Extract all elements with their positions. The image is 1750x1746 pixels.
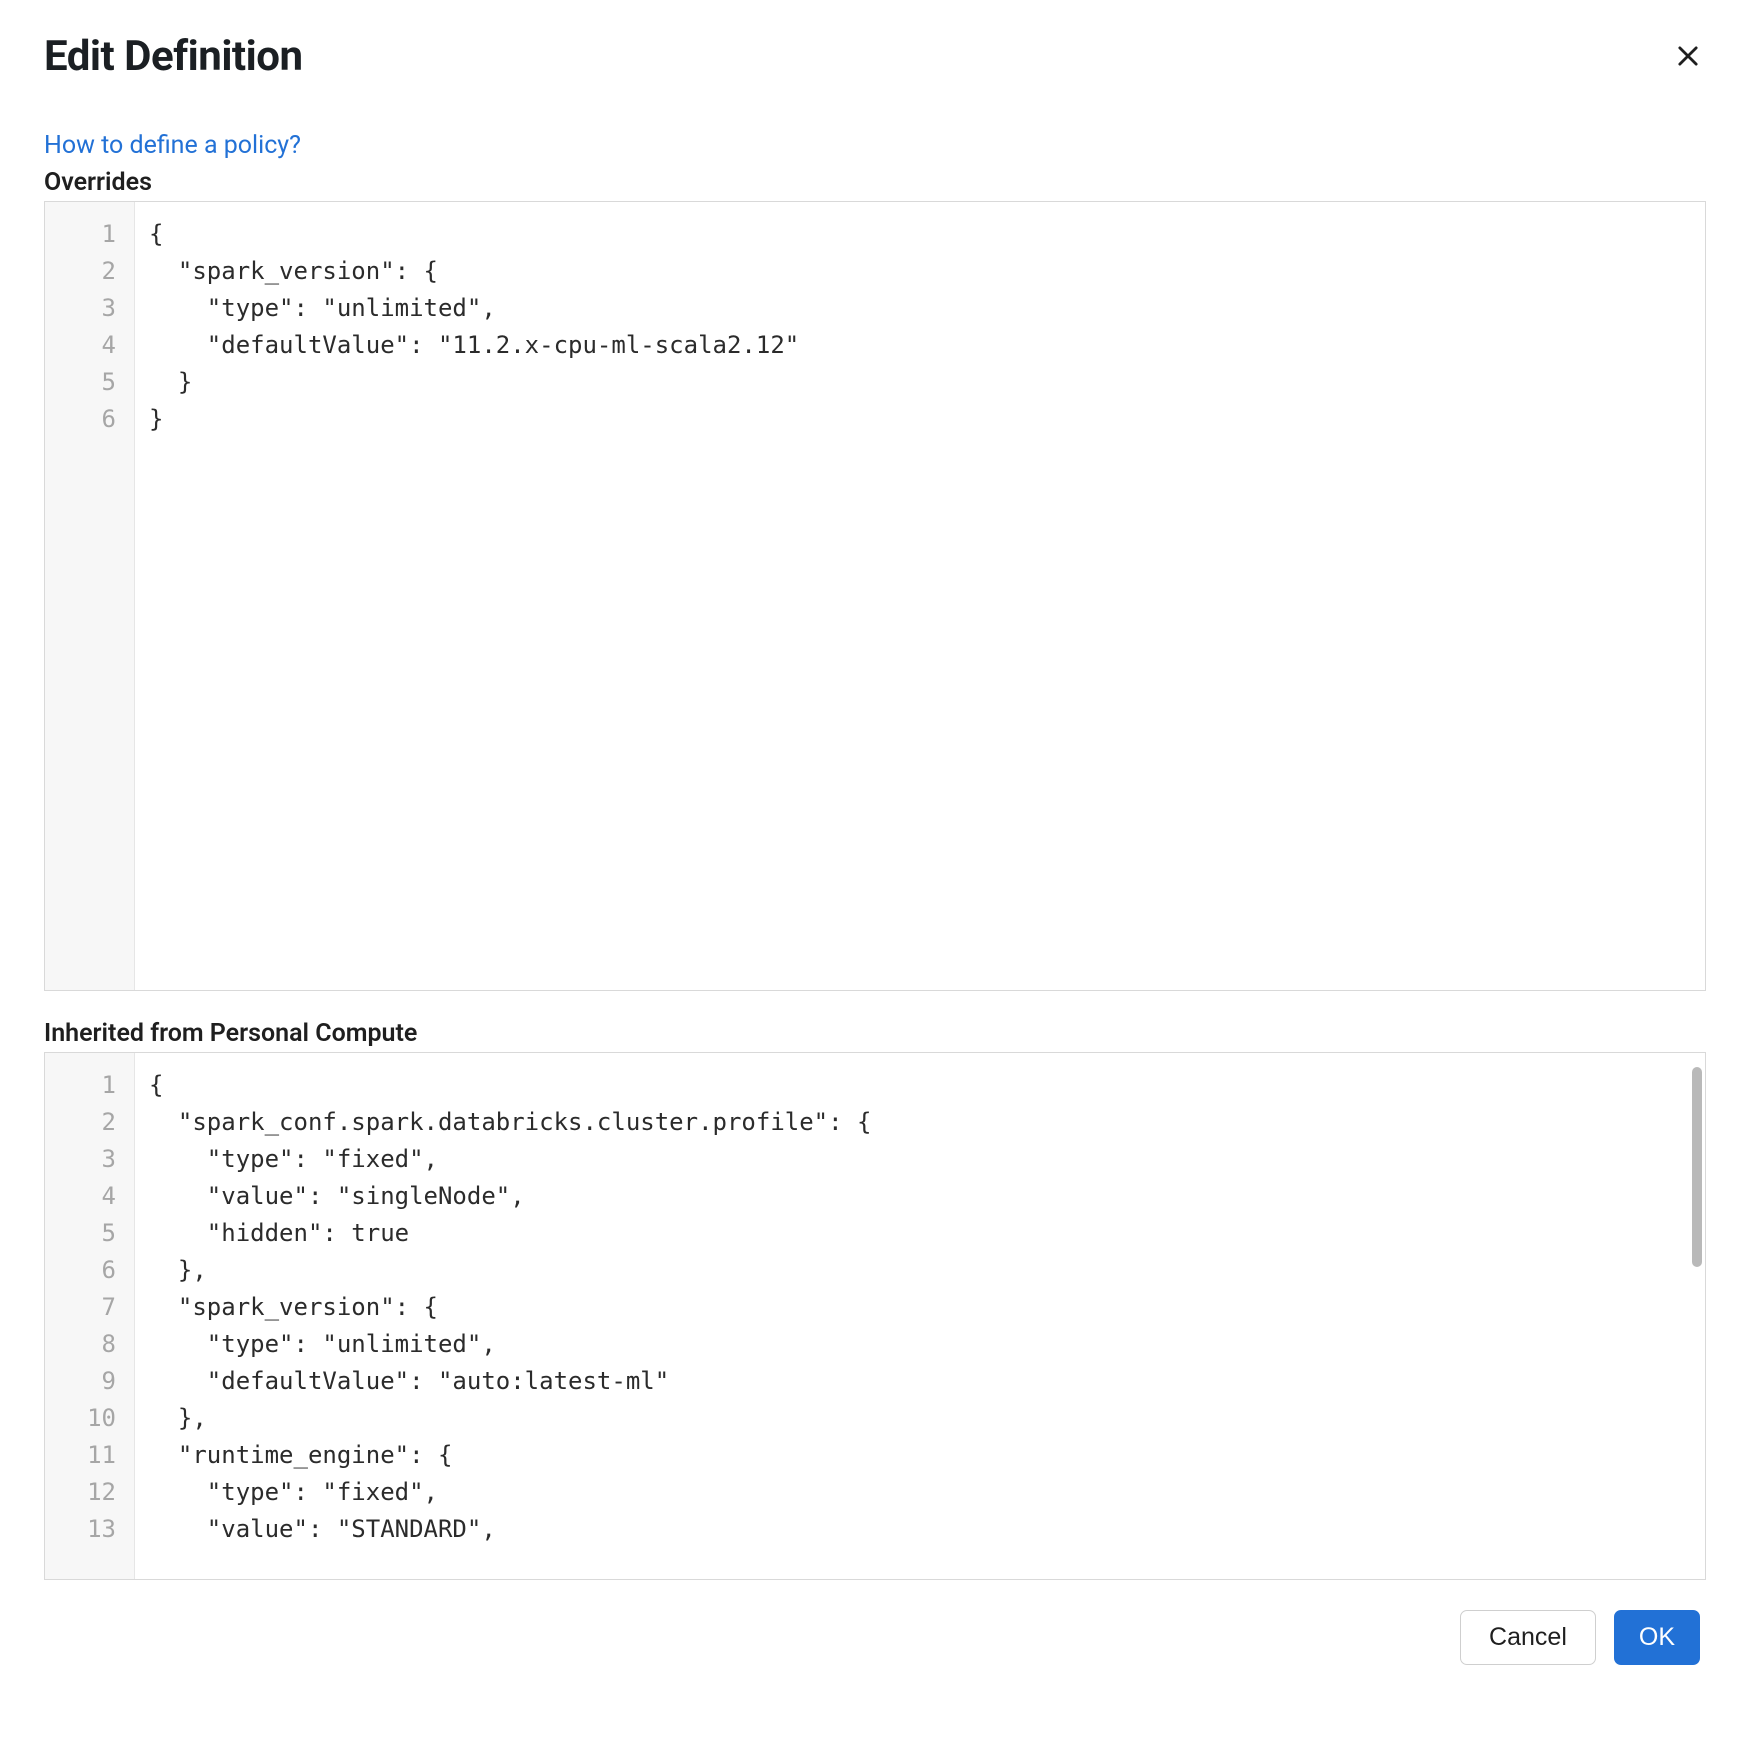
overrides-gutter: 123456 — [45, 202, 135, 990]
inherited-gutter: 12345678910111213 — [45, 1053, 135, 1579]
cancel-button[interactable]: Cancel — [1460, 1610, 1596, 1665]
edit-definition-dialog: Edit Definition How to define a policy? … — [0, 0, 1750, 1725]
overrides-label: Overrides — [44, 168, 1706, 197]
close-icon — [1674, 42, 1702, 70]
help-link[interactable]: How to define a policy? — [44, 131, 301, 160]
dialog-footer: Cancel OK — [44, 1610, 1706, 1665]
dialog-header: Edit Definition — [44, 32, 1706, 131]
ok-button[interactable]: OK — [1614, 1610, 1700, 1665]
close-button[interactable] — [1670, 38, 1706, 77]
dialog-title: Edit Definition — [44, 32, 303, 81]
overrides-editor[interactable]: 123456 { "spark_version": { "type": "unl… — [44, 201, 1706, 991]
scrollbar-thumb[interactable] — [1692, 1067, 1702, 1267]
overrides-code[interactable]: { "spark_version": { "type": "unlimited"… — [135, 202, 1705, 990]
inherited-code: { "spark_conf.spark.databricks.cluster.p… — [135, 1053, 1705, 1579]
inherited-label: Inherited from Personal Compute — [44, 1019, 1706, 1048]
inherited-editor: 12345678910111213 { "spark_conf.spark.da… — [44, 1052, 1706, 1580]
